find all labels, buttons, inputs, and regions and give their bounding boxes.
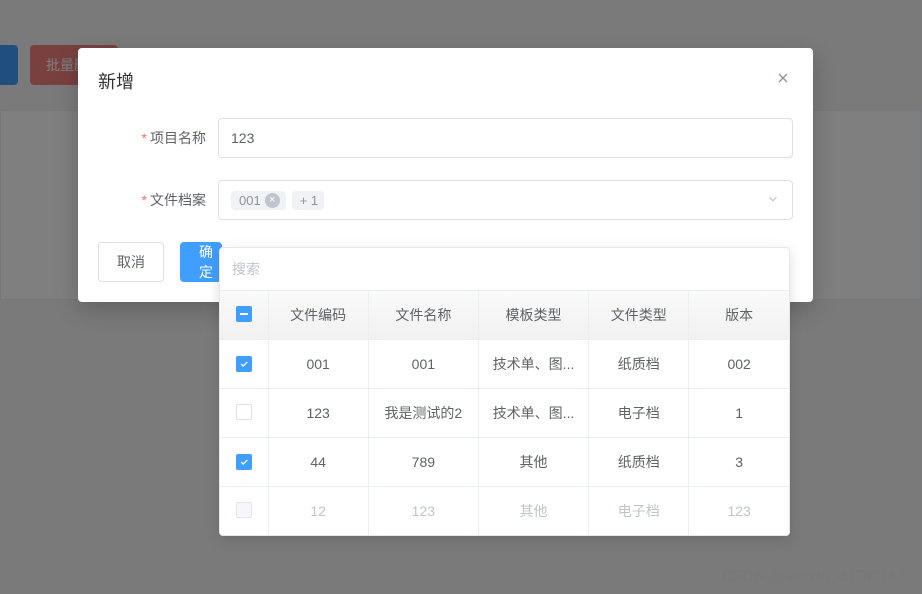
dropdown-panel: 文件编码 文件名称 模板类型 文件类型 版本 001001技术单、图...纸质档… (219, 247, 790, 536)
cell-ftype: 电子档 (589, 487, 689, 536)
select-file-archive[interactable]: 001 × + 1 (218, 180, 793, 220)
cell-name: 我是测试的2 (368, 389, 478, 438)
th-version: 版本 (689, 291, 789, 340)
input-project-name[interactable] (231, 130, 780, 146)
label-project-name: *项目名称 (98, 128, 218, 148)
table-row[interactable]: 12123其他电子档123 (220, 487, 789, 536)
cell-template: 技术单、图... (478, 340, 588, 389)
cell-version: 1 (689, 389, 789, 438)
search-input[interactable] (232, 254, 777, 284)
tag-001: 001 × (231, 191, 286, 210)
label-project-name-text: 项目名称 (150, 130, 206, 146)
cell-checkbox (220, 389, 268, 438)
cell-checkbox (220, 487, 268, 536)
table-header-row: 文件编码 文件名称 模板类型 文件类型 版本 (220, 291, 789, 340)
table-row[interactable]: 44789其他纸质档3 (220, 438, 789, 487)
watermark: CSDN @weixin_43787161 (722, 568, 906, 586)
row-project-name: *项目名称 (98, 118, 793, 158)
cell-name: 001 (368, 340, 478, 389)
tag-more: + 1 (292, 191, 324, 210)
cell-version: 123 (689, 487, 789, 536)
cell-code: 123 (268, 389, 368, 438)
dropdown-table: 文件编码 文件名称 模板类型 文件类型 版本 001001技术单、图...纸质档… (220, 291, 789, 535)
confirm-button[interactable]: 确定 (180, 242, 222, 282)
table-row[interactable]: 123我是测试的2技术单、图...电子档1 (220, 389, 789, 438)
th-template: 模板类型 (478, 291, 588, 340)
cell-version: 002 (689, 340, 789, 389)
close-icon[interactable] (771, 66, 795, 90)
cell-template: 其他 (478, 487, 588, 536)
th-name: 文件名称 (368, 291, 478, 340)
th-ftype: 文件类型 (589, 291, 689, 340)
required-asterisk: * (142, 192, 147, 208)
th-code: 文件编码 (268, 291, 368, 340)
cell-template: 其他 (478, 438, 588, 487)
cell-name: 123 (368, 487, 478, 536)
cell-checkbox (220, 438, 268, 487)
cell-checkbox (220, 340, 268, 389)
chevron-down-icon (766, 192, 780, 209)
cell-code: 12 (268, 487, 368, 536)
cancel-button[interactable]: 取消 (98, 242, 164, 282)
cell-version: 3 (689, 438, 789, 487)
label-file-archive-text: 文件档案 (150, 192, 206, 208)
th-checkbox (220, 291, 268, 340)
row-checkbox (236, 502, 252, 518)
row-checkbox[interactable] (236, 404, 252, 420)
cell-ftype: 纸质档 (589, 438, 689, 487)
label-file-archive: *文件档案 (98, 190, 218, 210)
row-file-archive: *文件档案 001 × + 1 (98, 180, 793, 220)
input-project-name-wrap[interactable] (218, 118, 793, 158)
cell-template: 技术单、图... (478, 389, 588, 438)
row-checkbox[interactable] (236, 454, 252, 470)
cell-ftype: 纸质档 (589, 340, 689, 389)
dialog-title: 新增 (98, 68, 793, 94)
row-checkbox[interactable] (236, 356, 252, 372)
cell-code: 44 (268, 438, 368, 487)
tag-001-label: 001 (239, 193, 261, 208)
dropdown-search-row (220, 248, 789, 291)
cell-name: 789 (368, 438, 478, 487)
checkbox-select-all[interactable] (236, 306, 252, 322)
cell-code: 001 (268, 340, 368, 389)
required-asterisk: * (142, 130, 147, 146)
tag-001-close-icon[interactable]: × (265, 193, 280, 208)
cell-ftype: 电子档 (589, 389, 689, 438)
table-row[interactable]: 001001技术单、图...纸质档002 (220, 340, 789, 389)
